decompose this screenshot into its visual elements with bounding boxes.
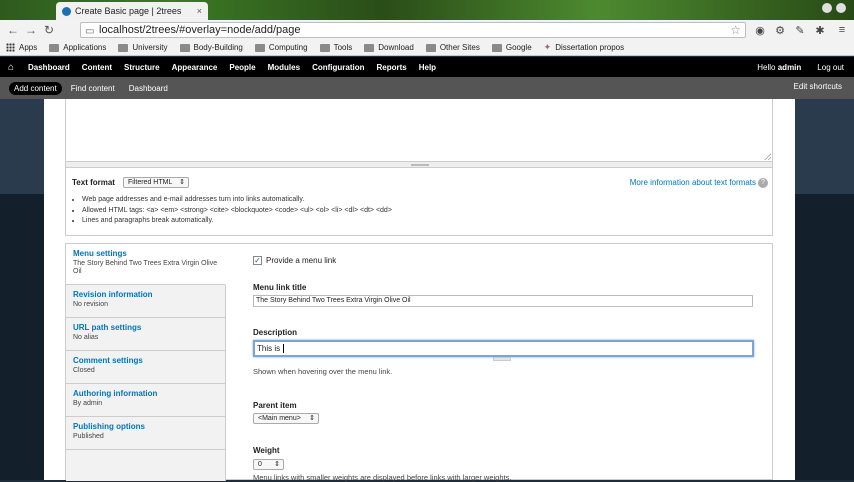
vertical-tabs: Menu settings The Story Behind Two Trees… xyxy=(65,243,773,482)
text-format-select[interactable]: Filtered HTML xyxy=(123,177,189,188)
text-format-label: Text format xyxy=(72,178,115,187)
eyedropper-icon[interactable]: ✎ xyxy=(792,22,808,38)
window-controls xyxy=(822,3,846,13)
username-link[interactable]: admin xyxy=(778,63,802,72)
vtab-menu-settings[interactable]: Menu settings The Story Behind Two Trees… xyxy=(66,244,226,285)
format-tip: Web page addresses and e-mail addresses … xyxy=(82,195,392,206)
folder-icon xyxy=(364,43,375,52)
provide-menu-link-label: Provide a menu link xyxy=(266,256,337,265)
forward-arrow-icon[interactable]: → xyxy=(22,21,40,39)
bookmark-apps[interactable]: Apps xyxy=(0,40,43,56)
shortcut-find-content[interactable]: Find content xyxy=(66,82,120,95)
toolbar-help[interactable]: Help xyxy=(413,63,442,72)
weight-select[interactable]: 0 xyxy=(253,459,284,470)
logout-link[interactable]: Log out xyxy=(817,63,844,72)
shortcut-add-content[interactable]: Add content xyxy=(9,81,62,95)
parent-item-label: Parent item xyxy=(253,401,297,410)
browser-tab[interactable]: Create Basic page | 2trees × xyxy=(56,2,208,20)
url-text: localhost/2trees/#overlay=node/add/page xyxy=(99,24,301,36)
toolbar-appearance[interactable]: Appearance xyxy=(166,63,224,72)
folder-icon xyxy=(254,43,265,52)
bookmark-folder[interactable]: Google xyxy=(486,40,538,56)
settings-extension-icon[interactable]: ✱ xyxy=(812,22,828,38)
gear-icon[interactable]: ⚙ xyxy=(772,22,788,38)
menu-link-title-label: Menu link title xyxy=(253,283,307,292)
format-tip: Allowed HTML tags: <a> <em> <strong> <ci… xyxy=(82,206,392,217)
bookmark-folder[interactable]: Computing xyxy=(249,40,314,56)
menu-icon[interactable]: ≡ xyxy=(834,22,850,38)
home-icon[interactable]: ⌂ xyxy=(0,62,22,73)
tab-title: Create Basic page | 2trees xyxy=(75,6,182,16)
bookmark-folder[interactable]: Download xyxy=(358,40,420,56)
description-textarea[interactable]: This is xyxy=(253,340,754,357)
body-textarea[interactable] xyxy=(65,99,773,162)
folder-icon xyxy=(425,43,436,52)
parent-item-select[interactable]: <Main menu> xyxy=(253,413,319,424)
bookmark-link[interactable]: ✦ Dissertation propos xyxy=(538,40,630,56)
toolbar-people[interactable]: People xyxy=(223,63,261,72)
admin-toolbar: ⌂ Dashboard Content Structure Appearance… xyxy=(0,57,854,77)
description-resize-grip[interactable] xyxy=(493,357,511,361)
weight-label: Weight xyxy=(253,446,280,455)
overlay-panel: Text format Filtered HTML More informati… xyxy=(44,99,795,482)
text-caret xyxy=(283,344,285,354)
edit-shortcuts-link[interactable]: Edit shortcuts xyxy=(794,82,842,91)
folder-icon xyxy=(179,43,190,52)
reload-icon[interactable]: ↻ xyxy=(40,21,58,39)
bookmark-folder[interactable]: Tools xyxy=(314,40,359,56)
description-help-text: Shown when hovering over the menu link. xyxy=(253,367,393,376)
folder-icon xyxy=(49,43,60,52)
bookmark-folder[interactable]: Applications xyxy=(43,40,112,56)
tab-close-icon[interactable]: × xyxy=(197,6,202,16)
vtab-url-path-settings[interactable]: URL path settings No alias xyxy=(66,318,225,351)
description-label: Description xyxy=(253,328,298,337)
menu-settings-pane: ✓ Provide a menu link Menu link title Th… xyxy=(253,244,758,482)
folder-icon xyxy=(491,43,502,52)
provide-menu-link-checkbox[interactable]: ✓ xyxy=(253,256,262,265)
page-icon: ▭ xyxy=(85,26,95,37)
description-value: This is xyxy=(257,344,283,353)
vertical-tabs-list: Menu settings The Story Behind Two Trees… xyxy=(66,244,226,481)
help-icon[interactable]: ? xyxy=(758,178,768,188)
extension-icon[interactable]: ◉ xyxy=(752,22,768,38)
window-close-button[interactable] xyxy=(836,3,846,13)
toolbar-reports[interactable]: Reports xyxy=(371,63,413,72)
shortcuts-bar: Add content Find content Dashboard Edit … xyxy=(0,77,854,99)
toolbar-dashboard[interactable]: Dashboard xyxy=(22,63,76,72)
provide-menu-link-row: ✓ Provide a menu link xyxy=(253,256,336,265)
format-tips-list: Web page addresses and e-mail addresses … xyxy=(74,195,392,227)
dissertation-favicon-icon: ✦ xyxy=(543,42,552,52)
toolbar-structure[interactable]: Structure xyxy=(118,63,166,72)
vtab-revision-information[interactable]: Revision information No revision xyxy=(66,285,225,318)
window-minimize-button[interactable] xyxy=(822,3,832,13)
toolbar-content[interactable]: Content xyxy=(76,63,118,72)
resize-grip-icon[interactable] xyxy=(764,153,771,160)
grippie-icon xyxy=(411,164,429,166)
vtab-publishing-options[interactable]: Publishing options Published xyxy=(66,417,225,450)
toolbar-configuration[interactable]: Configuration xyxy=(306,63,370,72)
vtab-comment-settings[interactable]: Comment settings Closed xyxy=(66,351,225,384)
bookmarks-bar: Apps Applications University Body-Buildi… xyxy=(0,40,854,56)
shortcut-dashboard[interactable]: Dashboard xyxy=(124,82,173,95)
browser-toolbar: ← → ↻ ▭ localhost/2trees/#overlay=node/a… xyxy=(0,20,854,40)
bookmark-folder[interactable]: Body-Building xyxy=(174,40,249,56)
back-arrow-icon[interactable]: ← xyxy=(4,21,22,39)
address-bar[interactable]: ▭ localhost/2trees/#overlay=node/add/pag… xyxy=(80,22,746,38)
bookmark-folder[interactable]: University xyxy=(112,40,173,56)
apps-grid-icon xyxy=(6,43,15,52)
format-tip: Lines and paragraphs break automatically… xyxy=(82,216,392,227)
folder-icon xyxy=(118,43,129,52)
menu-link-title-input[interactable]: The Story Behind Two Trees Extra Virgin … xyxy=(253,295,753,307)
bookmark-star-icon[interactable]: ☆ xyxy=(730,23,741,37)
text-format-wrapper: Text format Filtered HTML More informati… xyxy=(65,168,773,236)
user-greeting: Hello admin xyxy=(757,62,802,72)
more-info-text-formats-link[interactable]: More information about text formats xyxy=(630,178,756,187)
browser-tab-strip: Create Basic page | 2trees × xyxy=(0,0,854,20)
bookmark-folder[interactable]: Other Sites xyxy=(420,40,486,56)
vtab-authoring-information[interactable]: Authoring information By admin xyxy=(66,384,225,417)
drupal-favicon-icon xyxy=(62,6,71,16)
toolbar-modules[interactable]: Modules xyxy=(262,63,306,72)
weight-help-text: Menu links with smaller weights are disp… xyxy=(253,473,512,482)
folder-icon xyxy=(319,43,330,52)
